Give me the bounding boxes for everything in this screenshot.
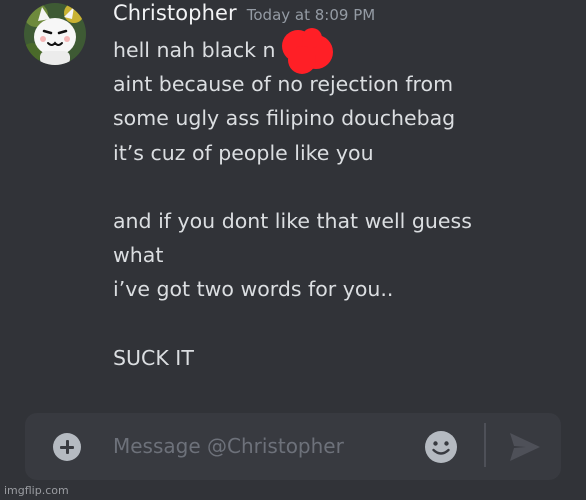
message-line: i’ve got two words for you.. <box>113 277 394 302</box>
message-body: hell nah black n aint because of no reje… <box>113 33 573 375</box>
message-line: aint because of no rejection from <box>113 72 454 97</box>
composer-divider <box>484 423 486 467</box>
message-line: hell nah black n <box>113 38 276 62</box>
message-composer <box>25 413 561 480</box>
plus-icon-stroke <box>65 440 69 454</box>
smiley-icon <box>425 431 457 463</box>
message-input[interactable] <box>113 430 413 462</box>
emoji-button[interactable] <box>424 430 458 464</box>
watermark: imgflip.com <box>4 484 69 497</box>
message-line <box>113 170 573 204</box>
message-line: what <box>113 243 164 268</box>
dm-chat-window: Christopher Today at 8:09 PM hell nah bla… <box>0 0 586 500</box>
message-line <box>113 307 573 341</box>
message-line: some ugly ass filipino douchebag <box>113 106 456 131</box>
censor-blot <box>282 28 333 74</box>
send-button[interactable] <box>508 431 542 463</box>
message-line: and if you dont like that well guess <box>113 208 472 233</box>
avatar[interactable] <box>24 3 86 65</box>
avatar-image <box>24 3 86 65</box>
send-arrow-icon <box>510 433 540 461</box>
message-line: it’s cuz of people like you <box>113 140 374 165</box>
add-attachment-button[interactable] <box>53 433 81 461</box>
message-line: SUCK IT <box>113 345 194 370</box>
username[interactable]: Christopher <box>113 1 237 25</box>
